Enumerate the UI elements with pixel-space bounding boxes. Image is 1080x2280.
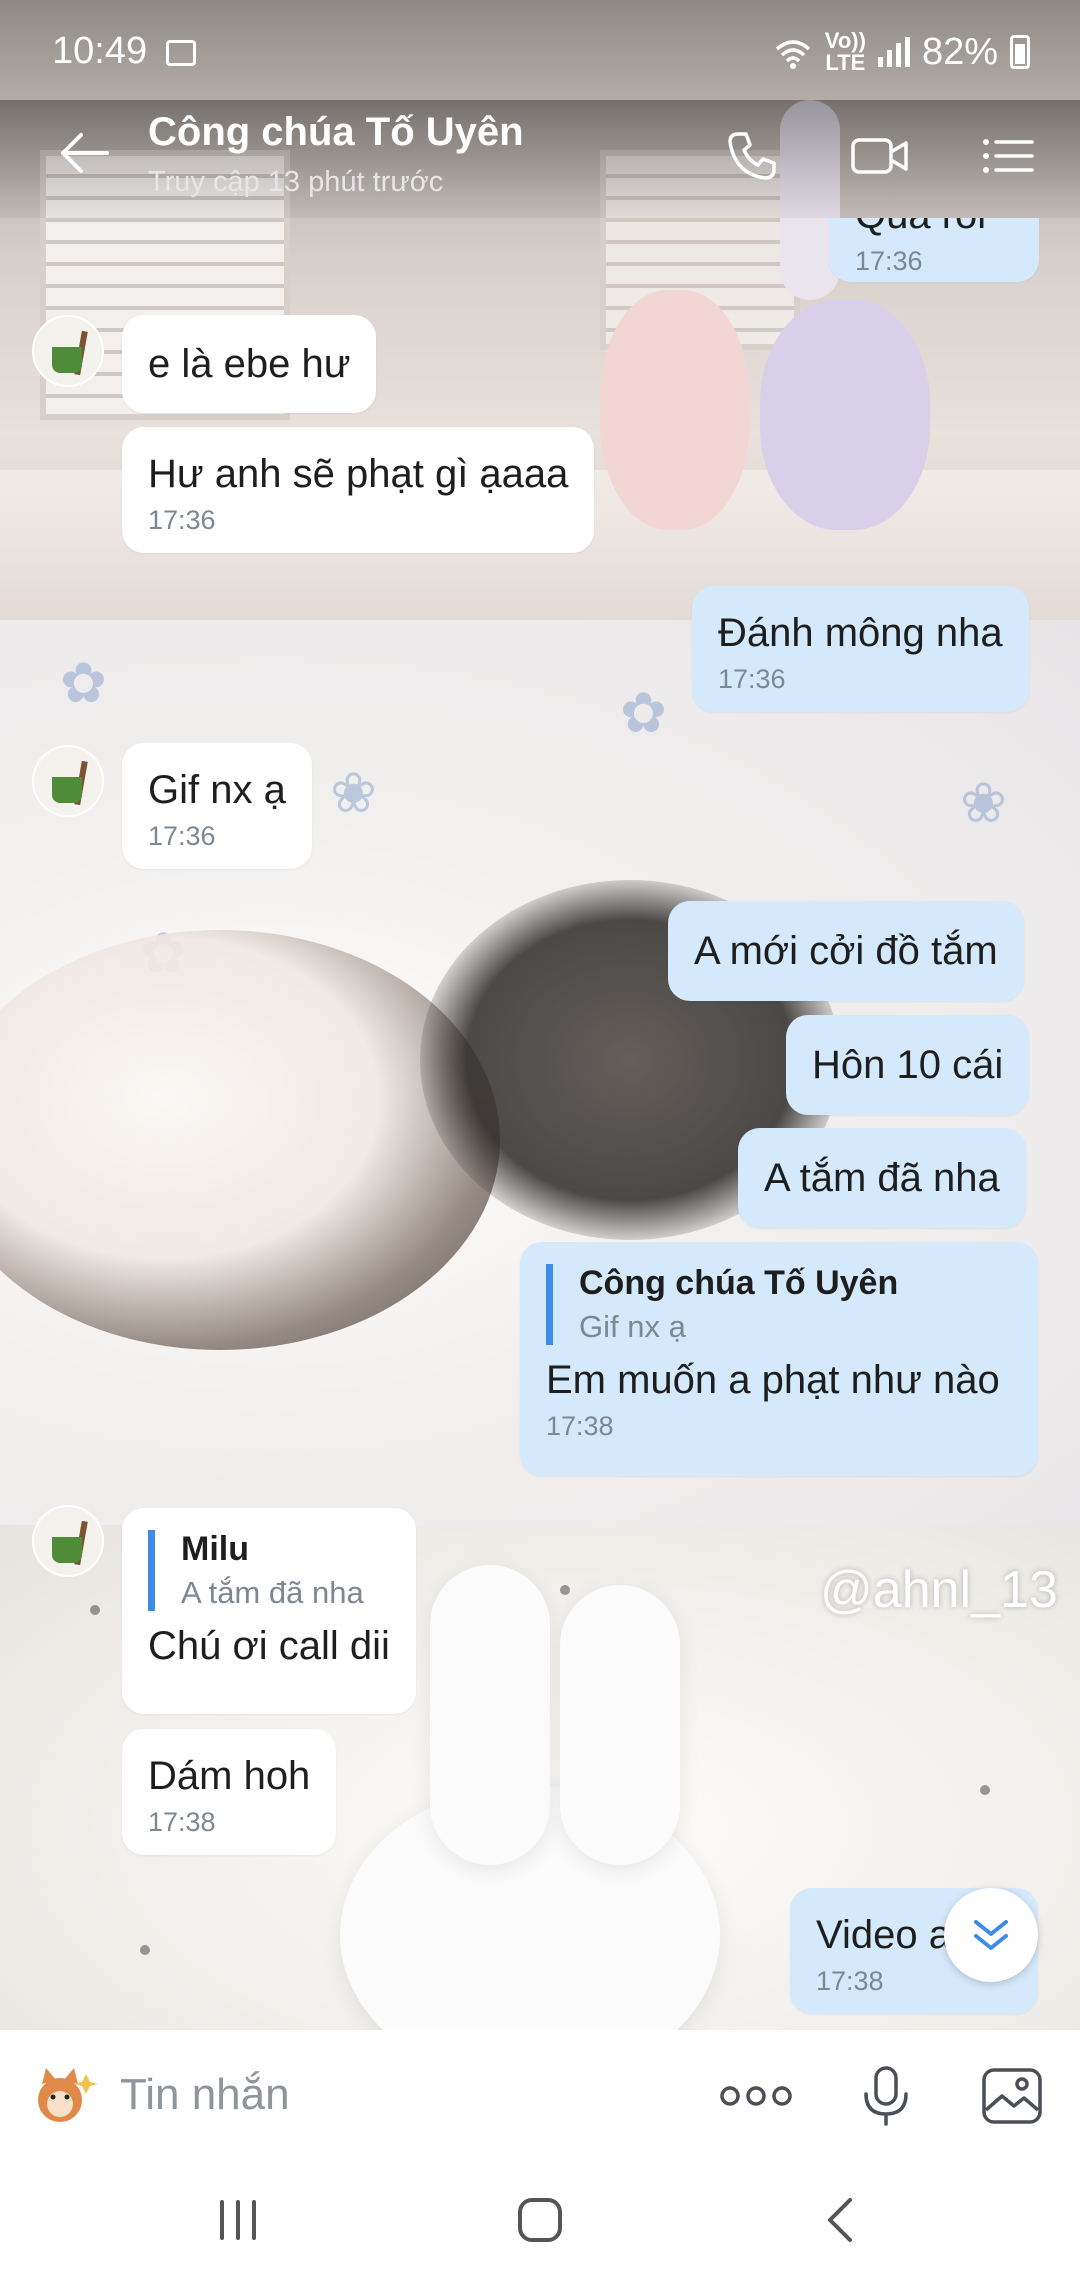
message-bubble-incoming[interactable]: Hư anh sẽ phạt gì ạaaa 17:36 xyxy=(122,427,595,553)
message-time: 17:36 xyxy=(148,821,216,851)
chat-header: Công chúa Tố Uyên Truy cập 13 phút trước xyxy=(0,100,1080,218)
battery-icon xyxy=(1010,35,1030,69)
list-menu-icon[interactable] xyxy=(980,128,1036,184)
network-type: Vo)) LTE xyxy=(824,28,866,75)
message-bubble-outgoing-reply[interactable]: Công chúa Tố Uyên Gif nx ạ Em muốn a phạ… xyxy=(520,1242,1038,1476)
message-text: Dám hoh xyxy=(148,1754,311,1798)
message-text: Hôn 10 cái xyxy=(812,1043,1004,1087)
message-input[interactable]: Tin nhắn xyxy=(120,2070,290,2120)
video-camera-icon[interactable] xyxy=(850,128,910,184)
message-text: Em muốn a phạt như nào xyxy=(546,1358,1000,1402)
message-text: Gif nx ạ xyxy=(148,768,286,812)
message-bubble-outgoing[interactable]: A tắm đã nha xyxy=(738,1128,1026,1228)
status-bar: 10:49 Vo)) LTE 82% xyxy=(0,0,1080,100)
avatar[interactable] xyxy=(32,315,104,387)
sticker-icon[interactable] xyxy=(30,2060,100,2130)
image-icon[interactable] xyxy=(980,2064,1044,2128)
message-time: 17:36 xyxy=(855,246,923,276)
avatar[interactable] xyxy=(32,745,104,817)
quoted-message[interactable]: Milu A tắm đã nha xyxy=(148,1530,390,1611)
scroll-to-bottom-button[interactable] xyxy=(944,1888,1038,1982)
phone-icon[interactable] xyxy=(724,128,780,184)
quoted-text: Gif nx ạ xyxy=(579,1309,686,1344)
recent-apps-icon[interactable] xyxy=(208,2192,268,2248)
battery-percentage: 82% xyxy=(921,30,998,73)
message-composer: Tin nhắn xyxy=(0,2030,1080,2160)
arrow-left-icon[interactable] xyxy=(55,128,115,178)
message-text: Hư anh sẽ phạt gì ạaaa xyxy=(148,452,569,496)
status-time: 10:49 xyxy=(52,30,148,72)
quoted-message[interactable]: Công chúa Tố Uyên Gif nx ạ xyxy=(546,1264,1012,1345)
gallery-notification-icon xyxy=(166,40,196,66)
tiktok-watermark: @ahnl_13 xyxy=(820,1561,1058,1619)
message-time: 17:36 xyxy=(718,664,786,694)
avatar[interactable] xyxy=(32,1505,104,1577)
message-bubble-incoming-reply[interactable]: Milu A tắm đã nha Chú ơi call dii xyxy=(122,1508,416,1714)
message-time: 17:38 xyxy=(546,1411,614,1441)
double-chevron-down-icon xyxy=(974,1920,1008,1950)
quoted-sender: Milu xyxy=(181,1530,249,1568)
home-icon[interactable] xyxy=(510,2192,570,2248)
signal-icon xyxy=(877,37,910,67)
contact-name[interactable]: Công chúa Tố Uyên xyxy=(148,110,524,155)
last-seen: Truy cập 13 phút trước xyxy=(148,166,444,198)
microphone-icon[interactable] xyxy=(854,2064,918,2128)
quoted-sender: Công chúa Tố Uyên xyxy=(579,1264,899,1302)
message-bubble-outgoing[interactable]: A mới cởi đồ tắm xyxy=(668,901,1024,1001)
wifi-icon xyxy=(775,40,810,69)
message-time: 17:38 xyxy=(148,1807,216,1837)
message-text: Chú ơi call dii xyxy=(148,1624,390,1668)
message-text: e là ebe hư xyxy=(148,342,351,386)
back-nav-icon[interactable] xyxy=(812,2192,872,2248)
more-dots-icon[interactable] xyxy=(718,2064,794,2128)
message-time: 17:36 xyxy=(148,505,216,535)
message-bubble-incoming[interactable]: Dám hoh 17:38 xyxy=(122,1729,337,1855)
message-bubble-outgoing[interactable]: Đánh mông nha 17:36 xyxy=(692,586,1029,712)
message-text: A mới cởi đồ tắm xyxy=(694,929,998,973)
message-bubble-incoming[interactable]: e là ebe hư xyxy=(122,315,377,413)
message-text: A tắm đã nha xyxy=(764,1156,1000,1200)
message-bubble-outgoing[interactable]: Hôn 10 cái xyxy=(786,1015,1030,1115)
message-bubble-incoming[interactable]: Gif nx ạ 17:36 xyxy=(122,743,312,869)
quoted-text: A tắm đã nha xyxy=(181,1575,364,1610)
message-text: Đánh mông nha xyxy=(718,611,1003,655)
system-navigation-bar xyxy=(0,2160,1080,2280)
